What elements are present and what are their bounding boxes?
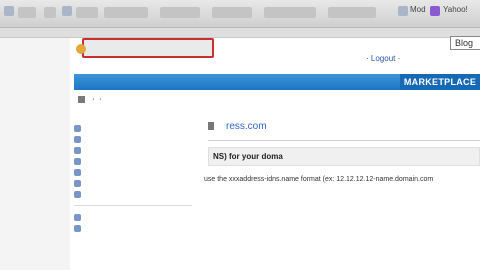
yahoo-icon[interactable]	[430, 6, 440, 16]
sidebar-item-icon	[74, 168, 81, 176]
bookmark-item[interactable]	[160, 7, 200, 18]
page-title-domain: ress.com	[226, 120, 267, 132]
sidebar-divider	[74, 205, 192, 206]
sidebar-item-icon	[74, 190, 81, 198]
tab-strip	[0, 28, 480, 38]
sidebar-item-icon	[74, 135, 81, 143]
bookmark-item[interactable]	[328, 7, 376, 18]
browser-toolbar: Mod Yahoo!	[0, 0, 480, 28]
web-page: Blog · Logout · MARKETPLACE › › ress.com…	[70, 36, 480, 270]
sidebar-item[interactable]	[74, 123, 192, 133]
sidebar	[74, 120, 192, 234]
mod-icon[interactable]	[398, 6, 408, 16]
sidebar-item[interactable]	[74, 178, 192, 188]
sidebar-item[interactable]	[74, 134, 192, 144]
bookmark-item[interactable]	[44, 7, 56, 18]
bookmark-icon[interactable]	[4, 6, 14, 16]
logo-mark-icon	[76, 44, 86, 54]
site-logo[interactable]	[82, 38, 214, 58]
sidebar-item-icon	[74, 179, 81, 187]
sidebar-item-icon	[74, 213, 81, 221]
sidebar-item-active[interactable]	[74, 223, 192, 233]
title-divider	[208, 140, 480, 141]
bookmark-item[interactable]	[104, 7, 148, 18]
bookmark-item[interactable]	[264, 7, 316, 18]
page-gutter	[0, 38, 70, 270]
sidebar-item-icon	[74, 224, 81, 232]
sidebar-item-icon	[74, 124, 81, 132]
bookmark-icon[interactable]	[62, 6, 72, 16]
sidebar-item[interactable]	[74, 156, 192, 166]
sidebar-item-icon	[74, 157, 81, 165]
format-note: use the xxxaddress-idns.name format (ex:…	[204, 176, 434, 183]
main-content: ress.com NS) for your doma use the xxxad…	[204, 118, 480, 183]
title-icon	[208, 122, 214, 130]
user-links: · Logout ·	[366, 54, 401, 63]
sidebar-item[interactable]	[74, 189, 192, 199]
bookmark-yahoo[interactable]: Yahoo!	[443, 5, 468, 14]
breadcrumb: › ›	[78, 96, 103, 103]
bookmark-item[interactable]	[18, 7, 36, 18]
bookmark-item[interactable]	[212, 7, 252, 18]
page-title: ress.com	[208, 118, 480, 134]
sidebar-item[interactable]	[74, 145, 192, 155]
home-icon[interactable]	[78, 96, 85, 103]
bookmark-item[interactable]	[76, 7, 98, 18]
blog-link[interactable]: Blog	[450, 36, 480, 50]
sidebar-item[interactable]	[74, 212, 192, 222]
bookmark-mod[interactable]: Mod	[410, 5, 426, 14]
nav-marketplace[interactable]: MARKETPLACE	[400, 74, 480, 90]
sidebar-item[interactable]	[74, 167, 192, 177]
sidebar-item-icon	[74, 146, 81, 154]
main-nav: MARKETPLACE	[74, 74, 480, 90]
section-heading: NS) for your doma	[208, 147, 480, 166]
logout-link[interactable]: Logout	[371, 54, 395, 63]
